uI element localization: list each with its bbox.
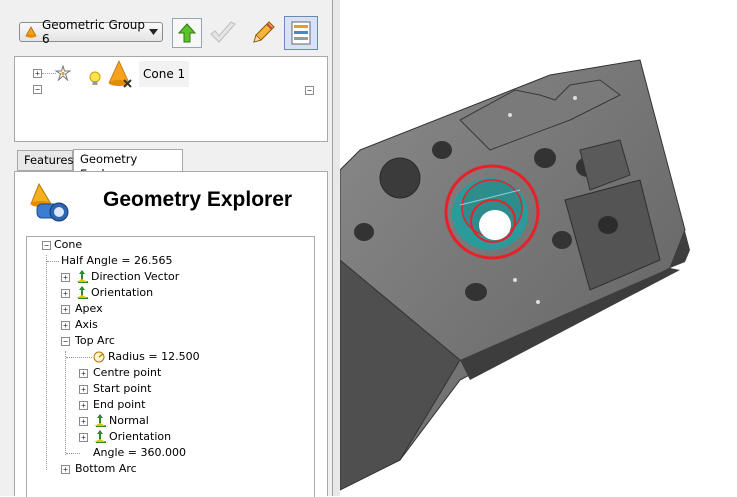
expand-toggle[interactable]: + (79, 385, 88, 394)
tree-node-top-arc[interactable]: Top Arc (75, 333, 115, 349)
tree-node-half-angle[interactable]: Half Angle = 26.565 (61, 253, 172, 269)
axis-arrows-icon (76, 286, 88, 299)
expand-toggle[interactable]: + (61, 321, 70, 330)
tree-node-radius[interactable]: Radius = 12.500 (93, 349, 200, 365)
left-pane: Geometric Group 6 + − Cone 1 − Features … (0, 0, 332, 497)
tree-node-label: Direction Vector (91, 270, 180, 283)
geometry-tree: − Cone Half Angle = 26.565 + Direction V… (26, 236, 315, 497)
feature-tree: + − Cone 1 − (14, 56, 328, 142)
checkmark-icon (210, 21, 236, 43)
tree-node-normal[interactable]: Normal (93, 413, 149, 429)
green-up-arrow-icon (178, 23, 196, 43)
group-icon (25, 26, 37, 38)
geometric-group-select[interactable]: Geometric Group 6 (19, 18, 163, 46)
toolbar: Geometric Group 6 (0, 14, 332, 54)
tree-node-orientation[interactable]: Orientation (75, 285, 153, 301)
tree-node-direction-vector[interactable]: Direction Vector (75, 269, 179, 285)
tree-node-centre-point[interactable]: Centre point (93, 365, 161, 381)
burst-icon[interactable] (55, 65, 71, 81)
geometry-explorer-icon (30, 182, 69, 222)
tree-node-end-point[interactable]: End point (93, 397, 145, 413)
tree-node-label: Orientation (109, 430, 172, 443)
cone-icon[interactable] (107, 59, 135, 89)
axis-arrows-icon (94, 414, 106, 427)
expand-toggle[interactable]: + (79, 401, 88, 410)
geometry-explorer-panel: Geometry Explorer − Cone Half Angle = 26… (14, 171, 328, 497)
up-button[interactable] (172, 18, 202, 48)
tree-node-start-point[interactable]: Start point (93, 381, 151, 397)
chevron-down-icon (149, 29, 158, 35)
3d-viewport[interactable] (340, 0, 737, 496)
expand-toggle[interactable]: + (33, 69, 42, 78)
cad-model-view[interactable] (340, 0, 737, 496)
expand-toggle[interactable]: + (61, 273, 70, 282)
tree-node-angle[interactable]: Angle = 360.000 (93, 445, 186, 461)
expand-toggle[interactable]: + (61, 289, 70, 298)
tree-node-cone[interactable]: Cone (54, 237, 82, 253)
tab-geometry-explorer[interactable]: Geometry Explorer (73, 149, 183, 181)
tree-node-label: Normal (109, 414, 149, 427)
tree-node-bottom-arc[interactable]: Bottom Arc (75, 461, 137, 477)
collapse-toggle[interactable]: − (61, 337, 70, 346)
geometry-explorer-header: Geometry Explorer (15, 172, 327, 232)
tab-features[interactable]: Features (17, 150, 73, 171)
collapse-toggle[interactable]: − (305, 86, 314, 95)
properties-button[interactable] (284, 16, 318, 50)
expand-toggle[interactable]: + (79, 417, 88, 426)
collapse-toggle[interactable]: − (42, 241, 51, 250)
checkmark-button[interactable] (208, 18, 238, 48)
geometry-explorer-title: Geometry Explorer (103, 188, 293, 211)
radius-icon (93, 351, 105, 363)
collapse-toggle[interactable]: − (33, 85, 42, 94)
group-select-value: Geometric Group 6 (42, 18, 146, 46)
properties-panel-icon (291, 21, 311, 45)
tree-node-label: Orientation (91, 286, 154, 299)
expand-toggle[interactable]: + (79, 433, 88, 442)
expand-toggle[interactable]: + (79, 369, 88, 378)
tree-item-cone-1[interactable]: Cone 1 (139, 61, 190, 87)
lightbulb-icon[interactable] (89, 71, 101, 87)
pencil-icon (253, 21, 275, 43)
axis-arrows-icon (94, 430, 106, 443)
expand-toggle[interactable]: + (61, 305, 70, 314)
tree-node-orientation[interactable]: Orientation (93, 429, 171, 445)
edit-button[interactable] (248, 18, 278, 48)
tree-node-label: Radius = 12.500 (108, 350, 200, 363)
tree-node-apex[interactable]: Apex (75, 301, 103, 317)
tree-node-axis[interactable]: Axis (75, 317, 98, 333)
axis-arrows-icon (76, 270, 88, 283)
expand-toggle[interactable]: + (61, 465, 70, 474)
